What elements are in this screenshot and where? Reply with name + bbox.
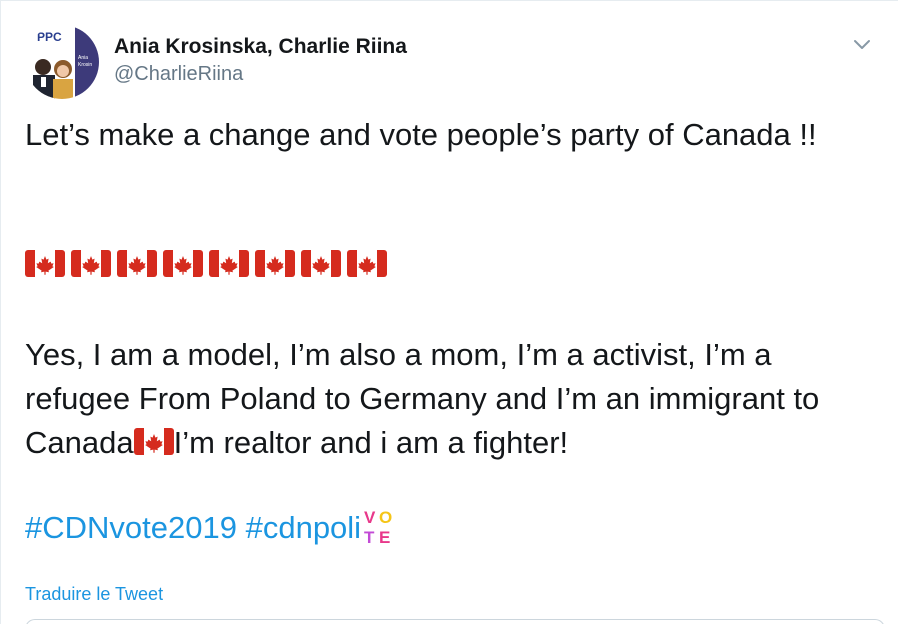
vote-letter-e: E [379, 528, 390, 546]
vote-emoji-icon: V O T E [361, 506, 395, 547]
vote-letter-o: O [379, 508, 392, 527]
tweet-text-paragraph-1: Let’s make a change and vote people’s pa… [25, 117, 817, 152]
chevron-down-icon[interactable] [849, 33, 875, 55]
avatar-badge: PPC [37, 30, 62, 44]
canada-flag-icon [133, 428, 174, 455]
canada-flag-icon [163, 250, 203, 277]
flag-emoji-row [25, 250, 387, 280]
hashtag-cdnvote2019[interactable]: #CDNvote2019 [25, 510, 237, 545]
canada-flag-icon [209, 250, 249, 277]
canada-flag-icon [25, 250, 65, 277]
svg-text:Krosin: Krosin [78, 62, 92, 68]
avatar-image: PPC Ania Krosin [25, 25, 99, 99]
author-avatar[interactable]: PPC Ania Krosin [25, 25, 99, 99]
tweet-text-paragraph-2: Yes, I am a model, I’m also a mom, I’m a… [25, 333, 885, 465]
canada-flag-icon [71, 250, 111, 277]
tweet-text-part-2: I’m realtor and i am a fighter! [173, 425, 569, 460]
author-display-name[interactable]: Ania Krosinska, Charlie Riina [114, 35, 407, 59]
hashtag-cdnpoli[interactable]: #cdnpoli [246, 510, 361, 545]
canada-flag-icon [117, 250, 157, 277]
tweet-bottom-divider [25, 619, 885, 624]
vote-letter-t: T [364, 528, 375, 546]
canada-flag-icon [301, 250, 341, 277]
tweet-hashtags: #CDNvote2019 #cdnpoli V O T E [25, 506, 885, 550]
translate-tweet-link[interactable]: Traduire le Tweet [25, 584, 163, 605]
author-handle[interactable]: @CharlieRiina [114, 63, 243, 86]
tweet-card: PPC Ania Krosin Ania Krosinska, Charlie … [0, 0, 898, 624]
canada-flag-icon [255, 250, 295, 277]
vote-letter-v: V [364, 508, 376, 527]
svg-text:Ania: Ania [78, 55, 88, 61]
canada-flag-icon [347, 250, 387, 277]
